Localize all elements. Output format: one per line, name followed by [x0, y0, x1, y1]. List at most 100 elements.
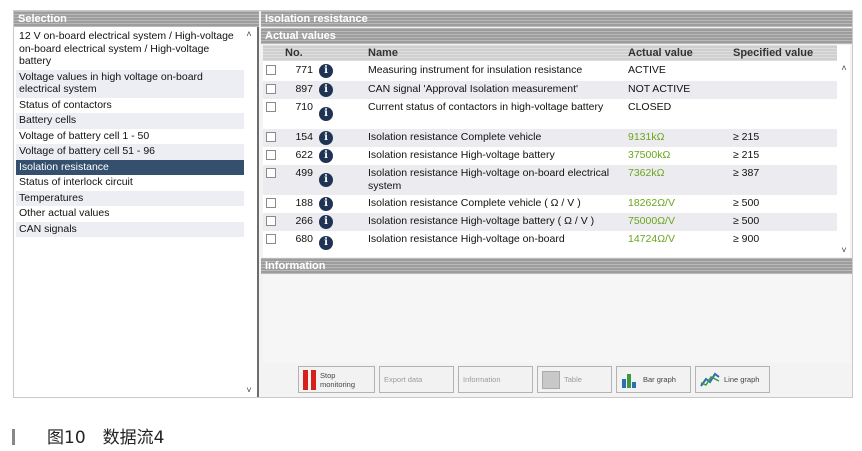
- row-specified-value: ≥ 215: [733, 131, 760, 143]
- row-checkbox[interactable]: [266, 216, 276, 226]
- row-specified-value: ≥ 500: [733, 197, 760, 209]
- caption-text: 图10 数据流4: [47, 428, 165, 448]
- row-actual-value: 75000Ω/V: [628, 215, 675, 227]
- selection-item-other-values[interactable]: Other actual values: [16, 206, 244, 222]
- row-checkbox[interactable]: [266, 84, 276, 94]
- row-checkbox[interactable]: [266, 65, 276, 75]
- row-checkbox[interactable]: [266, 234, 276, 244]
- info-icon[interactable]: i: [319, 131, 333, 145]
- table-button[interactable]: Table: [537, 366, 612, 393]
- table-row[interactable]: 710 i Current status of contactors in hi…: [263, 99, 837, 129]
- row-number: 680: [295, 233, 313, 245]
- column-header-spec[interactable]: Specified value: [733, 45, 813, 61]
- row-name: Isolation resistance High-voltage on-boa…: [368, 233, 565, 245]
- row-checkbox[interactable]: [266, 132, 276, 142]
- isolation-panel: Isolation resistance Actual values No. N…: [261, 11, 852, 397]
- figure-caption: 图10 数据流4: [12, 423, 164, 448]
- row-checkbox[interactable]: [266, 150, 276, 160]
- row-number: 154: [295, 131, 313, 143]
- row-checkbox[interactable]: [266, 168, 276, 178]
- row-number: 499: [295, 167, 313, 179]
- row-name: Isolation resistance Complete vehicle ( …: [368, 197, 581, 209]
- selection-item-voltage-values[interactable]: Voltage values in high voltage on-board …: [16, 69, 244, 98]
- selection-item-cell-1-50[interactable]: Voltage of battery cell 1 - 50: [16, 129, 244, 145]
- information-button[interactable]: Information: [458, 366, 533, 393]
- info-icon[interactable]: i: [319, 83, 333, 97]
- selection-item-isolation-resistance[interactable]: Isolation resistance: [16, 159, 244, 175]
- chevron-up-icon[interactable]: ˄: [243, 29, 255, 39]
- chevron-down-icon[interactable]: ˅: [243, 385, 255, 395]
- row-name: CAN signal 'Approval Isolation measureme…: [368, 83, 579, 95]
- selection-item-battery-cells[interactable]: Battery cells: [16, 113, 244, 129]
- toolbar: Stop monitoring Export data Information …: [261, 363, 852, 397]
- export-data-button[interactable]: Export data: [379, 366, 454, 393]
- line-graph-button[interactable]: Line graph: [695, 366, 770, 393]
- table-row[interactable]: 622 i Isolation resistance High-voltage …: [263, 147, 837, 165]
- actual-values-table: No. Name Actual value Specified value 77…: [263, 45, 850, 257]
- row-number: 188: [295, 197, 313, 209]
- row-number: 710: [295, 101, 313, 113]
- information-header: Information: [261, 258, 852, 274]
- table-row[interactable]: 188 i Isolation resistance Complete vehi…: [263, 195, 837, 213]
- row-specified-value: ≥ 215: [733, 149, 760, 161]
- row-actual-value: ACTIVE: [628, 64, 666, 76]
- row-specified-value: ≥ 500: [733, 215, 760, 227]
- selection-item-12v-systems[interactable]: 12 V on-board electrical system / High-v…: [16, 29, 244, 70]
- actual-values-header: Actual values: [261, 28, 852, 44]
- selection-scrollbar[interactable]: ˄ ˅: [243, 29, 255, 395]
- selection-item-interlock[interactable]: Status of interlock circuit: [16, 175, 244, 191]
- row-name: Isolation resistance High-voltage on-boa…: [368, 167, 610, 192]
- info-icon[interactable]: i: [319, 107, 333, 121]
- stop-icon: [303, 369, 316, 390]
- table-row[interactable]: 499 i Isolation resistance High-voltage …: [263, 165, 837, 195]
- selection-list: 12 V on-board electrical system / High-v…: [16, 29, 244, 237]
- information-area: [263, 275, 850, 363]
- table-scrollbar[interactable]: ˄ ˅: [838, 61, 850, 257]
- info-icon[interactable]: i: [319, 236, 333, 250]
- row-name: Isolation resistance High-voltage batter…: [368, 215, 595, 227]
- line-graph-icon: [700, 371, 720, 389]
- chevron-down-icon[interactable]: ˅: [838, 245, 850, 255]
- diagnostic-window: Selection 12 V on-board electrical syste…: [13, 10, 853, 398]
- selection-header: Selection: [14, 11, 259, 27]
- column-header-no[interactable]: No.: [285, 45, 303, 61]
- caption-marker: [12, 429, 15, 445]
- row-specified-value: ≥ 387: [733, 167, 760, 179]
- column-header-actual[interactable]: Actual value: [628, 45, 693, 61]
- selection-item-temperatures[interactable]: Temperatures: [16, 190, 244, 206]
- bar-graph-button[interactable]: Bar graph: [616, 366, 691, 393]
- row-actual-value: 9131kΩ: [628, 131, 665, 143]
- selection-item-can-signals[interactable]: CAN signals: [16, 221, 244, 237]
- row-actual-value: NOT ACTIVE: [628, 83, 691, 95]
- row-specified-value: ≥ 900: [733, 233, 760, 245]
- row-actual-value: 7362kΩ: [628, 167, 665, 179]
- table-row[interactable]: 680 i Isolation resistance High-voltage …: [263, 231, 837, 250]
- row-actual-value: 37500kΩ: [628, 149, 671, 161]
- row-number: 266: [295, 215, 313, 227]
- row-checkbox[interactable]: [266, 198, 276, 208]
- row-number: 897: [295, 83, 313, 95]
- row-actual-value: 18262Ω/V: [628, 197, 675, 209]
- info-icon[interactable]: i: [319, 149, 333, 163]
- row-number: 622: [295, 149, 313, 161]
- selection-item-status-contactors[interactable]: Status of contactors: [16, 98, 244, 114]
- table-row[interactable]: 771 i Measuring instrument for insulatio…: [263, 62, 837, 81]
- table-row[interactable]: 266 i Isolation resistance High-voltage …: [263, 213, 837, 231]
- info-icon[interactable]: i: [319, 215, 333, 229]
- row-name: Isolation resistance High-voltage batter…: [368, 149, 555, 161]
- selection-item-cell-51-96[interactable]: Voltage of battery cell 51 - 96: [16, 144, 244, 160]
- table-row[interactable]: 897 i CAN signal 'Approval Isolation mea…: [263, 81, 837, 99]
- row-name: Isolation resistance Complete vehicle: [368, 131, 542, 143]
- table-row[interactable]: 154 i Isolation resistance Complete vehi…: [263, 129, 837, 147]
- stop-monitoring-button[interactable]: Stop monitoring: [298, 366, 375, 393]
- info-icon[interactable]: i: [319, 197, 333, 211]
- row-checkbox[interactable]: [266, 102, 276, 112]
- info-icon[interactable]: i: [319, 173, 333, 187]
- stop-monitoring-label: Stop monitoring: [320, 370, 356, 389]
- bar-graph-icon: [621, 371, 639, 389]
- column-header-name[interactable]: Name: [368, 45, 398, 61]
- panel-title: Isolation resistance: [261, 11, 852, 27]
- chevron-up-icon[interactable]: ˄: [838, 63, 850, 73]
- export-data-label: Export data: [384, 375, 423, 384]
- info-icon[interactable]: i: [319, 64, 333, 78]
